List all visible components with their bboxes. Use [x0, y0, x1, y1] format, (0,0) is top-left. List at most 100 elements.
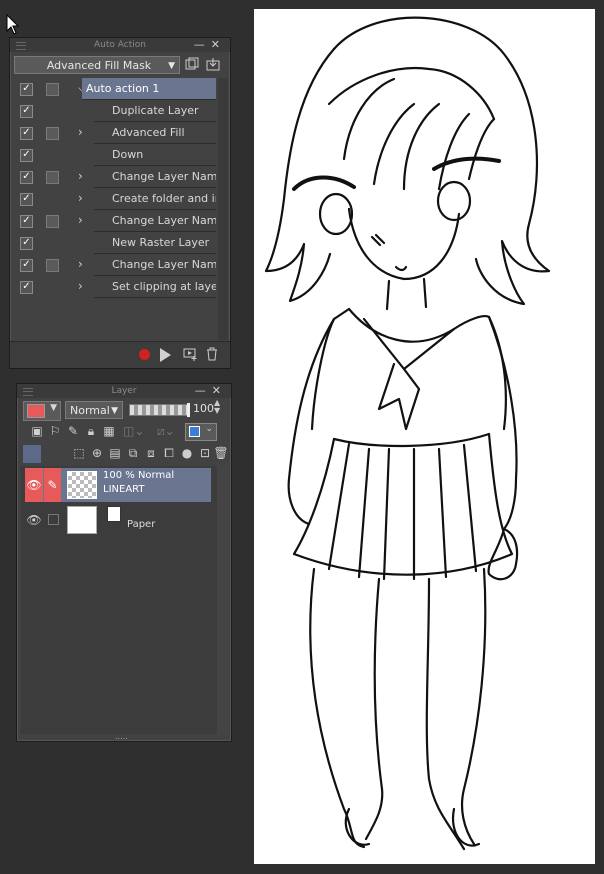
enable-checkbox[interactable]: ✓	[20, 259, 33, 272]
clipping-icon[interactable]: ◫⌄	[123, 423, 144, 439]
chevron-right-icon[interactable]: ›	[78, 213, 83, 227]
dialog-checkbox[interactable]	[46, 127, 59, 140]
mouse-cursor-icon	[6, 14, 20, 35]
list-item-label: Advanced Fill	[94, 122, 216, 144]
add-action-icon[interactable]	[182, 347, 198, 363]
layer-thumbnail	[67, 506, 97, 534]
list-item[interactable]: ✓ Duplicate Layer	[14, 100, 216, 122]
list-item[interactable]: ✓ Down	[14, 144, 216, 166]
grip-icon[interactable]	[23, 388, 33, 396]
lighthouse-icon[interactable]: ⚐	[47, 423, 63, 439]
draft-layer-icon[interactable]: ✎	[65, 423, 81, 439]
clip-icon[interactable]: ⧠	[161, 445, 177, 461]
grip-icon[interactable]	[16, 42, 26, 50]
opacity-slider[interactable]	[129, 403, 190, 417]
list-item[interactable]: ✓ › Advanced Fill	[14, 122, 216, 144]
layer-color-swatch	[27, 404, 45, 418]
layer-list: 👁︎ ✎ 100 % Normal LINEART 👁︎ Paper	[21, 466, 227, 734]
list-item[interactable]: ✓ › Create folder and insert l	[14, 188, 216, 210]
eye-icon[interactable]: 👁︎	[25, 503, 43, 537]
enable-checkbox[interactable]: ✓	[20, 149, 33, 162]
layer-list-view-icon[interactable]	[23, 445, 41, 463]
opacity-value[interactable]: 100	[193, 402, 214, 415]
dialog-checkbox[interactable]	[46, 259, 59, 272]
auto-action-set-value: Advanced Fill Mask	[46, 59, 152, 72]
auto-action-titlebar[interactable]: Auto Action —✕	[10, 38, 230, 52]
trash-icon[interactable]: 🗑︎	[213, 445, 229, 461]
lock-transparency-icon[interactable]: ▦	[101, 423, 117, 439]
enable-checkbox[interactable]: ✓	[20, 83, 33, 96]
dialog-checkbox[interactable]	[46, 215, 59, 228]
minimize-icon[interactable]: —	[195, 384, 212, 397]
layer-thumbnail	[67, 471, 97, 499]
lock-icon[interactable]: 🔒︎	[83, 423, 99, 439]
enable-checkbox[interactable]: ✓	[20, 193, 33, 206]
new-vector-layer-icon[interactable]: ⊕	[89, 445, 105, 461]
enable-checkbox[interactable]: ✓	[20, 281, 33, 294]
eye-icon[interactable]: 👁︎	[25, 468, 43, 502]
enable-checkbox[interactable]: ✓	[20, 105, 33, 118]
enable-checkbox[interactable]: ✓	[20, 127, 33, 140]
pen-icon[interactable]: ✎	[44, 468, 61, 502]
reference-layer-icon[interactable]: ▣	[29, 423, 45, 439]
dialog-checkbox[interactable]	[46, 171, 59, 184]
trash-icon[interactable]	[204, 347, 220, 363]
paper-layer-icon	[107, 506, 121, 522]
chevron-right-icon[interactable]: ›	[78, 257, 83, 271]
layer-name: Paper	[127, 519, 156, 530]
chevron-right-icon[interactable]: ›	[78, 125, 83, 139]
blend-mode-value: Normal	[70, 404, 110, 417]
enable-checkbox[interactable]: ✓	[20, 171, 33, 184]
edit-checkbox[interactable]	[48, 514, 59, 525]
layer-toolbar-1: ▣ ⚐ ✎ 🔒︎ ▦ ◫⌄ ⧄⌄ ⌄	[25, 423, 227, 441]
list-item[interactable]: ✓ › Change Layer Name	[14, 210, 216, 232]
layer-color-select[interactable]: ▼	[23, 401, 61, 421]
list-item[interactable]: ✓ › Change Layer Name	[14, 166, 216, 188]
merge-down-icon[interactable]: ⧈	[143, 445, 159, 461]
chevron-right-icon[interactable]: ›	[78, 279, 83, 293]
list-item[interactable]: ✓ › Change Layer Name	[14, 254, 216, 276]
close-icon[interactable]: ✕	[211, 38, 226, 51]
apply-mask-icon[interactable]: ⊡	[197, 445, 213, 461]
lineart-illustration	[264, 16, 551, 851]
list-item-label: Set clipping at layer belo	[94, 276, 216, 298]
chevron-right-icon[interactable]: ›	[78, 191, 83, 205]
panel-title: Layer	[111, 386, 137, 396]
list-item[interactable]: ✓ › Set clipping at layer belo	[14, 276, 216, 298]
scrollbar[interactable]	[218, 78, 228, 340]
layer-row[interactable]: 👁︎ ✎ 100 % Normal LINEART	[25, 468, 211, 502]
enable-checkbox[interactable]: ✓	[20, 237, 33, 250]
layer-row[interactable]: 👁︎ Paper	[25, 503, 211, 537]
list-item[interactable]: ✓ New Raster Layer	[14, 232, 216, 254]
close-icon[interactable]: ✕	[212, 384, 227, 397]
list-item-label: Change Layer Name	[94, 254, 216, 276]
dialog-checkbox[interactable]	[46, 83, 59, 96]
list-item-label: Auto action 1	[82, 78, 216, 100]
mask-icon[interactable]: ⧄⌄	[157, 423, 175, 439]
list-item-label: New Raster Layer	[94, 232, 216, 254]
create-mask-icon[interactable]: ●	[179, 445, 195, 461]
record-button[interactable]	[139, 349, 150, 360]
enable-checkbox[interactable]: ✓	[20, 215, 33, 228]
opacity-stepper-icon[interactable]: ▲ ▼	[214, 399, 220, 415]
layer-panel: Layer —✕ ▼ Normal ▼ 100 ▲ ▼ ▣ ⚐ ✎ 🔒︎ ▦ ◫⌄…	[16, 383, 232, 742]
transfer-down-icon[interactable]: ⧉	[125, 445, 141, 461]
layer-color-icon[interactable]: ⌄	[185, 423, 217, 441]
list-item-label: Down	[94, 144, 216, 166]
scrollbar[interactable]	[217, 466, 229, 734]
opacity-slider-handle[interactable]	[187, 403, 190, 417]
play-button[interactable]	[160, 348, 171, 362]
chevron-down-icon: ▼	[111, 406, 118, 416]
layer-titlebar[interactable]: Layer —✕	[17, 384, 231, 398]
blend-mode-select[interactable]: Normal ▼	[65, 401, 123, 419]
drawing-canvas[interactable]	[254, 9, 595, 864]
new-raster-layer-icon[interactable]: ⬚	[71, 445, 87, 461]
chevron-right-icon[interactable]: ›	[78, 169, 83, 183]
auto-action-set-select[interactable]: Advanced Fill Mask ▼	[14, 56, 180, 74]
resize-handle[interactable]: .....	[115, 732, 128, 741]
import-icon[interactable]	[205, 57, 221, 73]
new-set-icon[interactable]	[184, 57, 200, 73]
minimize-icon[interactable]: —	[194, 38, 211, 51]
list-item[interactable]: ✓ ⌵ Auto action 1	[14, 78, 216, 100]
new-folder-icon[interactable]: ▤	[107, 445, 123, 461]
